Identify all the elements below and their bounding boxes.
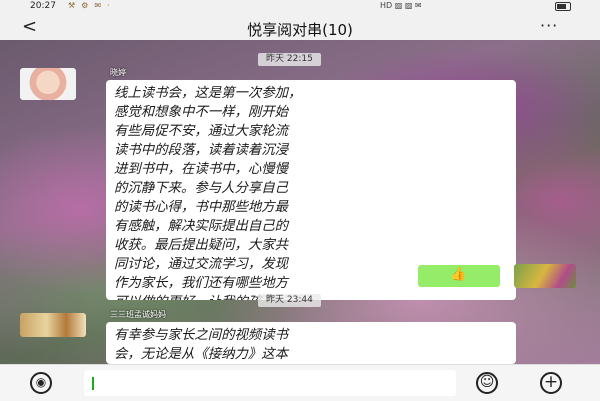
message-line: 线上读书会，这是第一次参加， — [114, 86, 302, 101]
status-bar: 20:27 ⚒⚙✉· HD ▨ ▨ ✉ — [0, 0, 600, 14]
my-message-bubble[interactable]: 👍 — [418, 265, 500, 287]
avatar[interactable] — [20, 68, 76, 100]
input-bar: ◉ ☺ + — [0, 364, 600, 401]
message-input[interactable] — [84, 370, 456, 396]
voice-input-icon[interactable]: ◉ — [30, 372, 52, 394]
battery-icon — [555, 2, 571, 11]
more-options-icon[interactable]: ··· — [540, 16, 558, 35]
message-line: 感觉和想象中不一样，刚开始 — [114, 105, 289, 120]
status-time: 20:27 — [30, 1, 56, 11]
message-line: 有些局促不安，通过大家轮流 — [114, 124, 289, 139]
signal-icons: HD ▨ ▨ ✉ — [380, 1, 422, 10]
message-line: 收获。最后提出疑问，大家共 — [114, 238, 289, 253]
chat-background: 昨天 22:15 晓婷 线上读书会，这是第一次参加， 感觉和想象中不一样，刚开始有… — [0, 40, 600, 364]
message-line: 有幸参与家长之间的视频读书 — [114, 328, 289, 343]
message-line: 会，无论是从《接纳力》这本 — [114, 347, 289, 362]
message-line: 的读书心得，书中那些地方最 — [114, 200, 289, 215]
emoji-icon[interactable]: ☺ — [476, 372, 498, 394]
message-bubble[interactable]: 有幸参与家长之间的视频读书会，无论是从《接纳力》这本书里，还是从家长之间对孩子 — [106, 322, 516, 364]
timestamp: 昨天 22:15 — [258, 53, 321, 66]
plus-icon[interactable]: + — [540, 372, 562, 394]
thumbs-up-icon: 👍 — [450, 267, 467, 282]
avatar[interactable] — [20, 313, 86, 337]
message-line: 读书中的段落，读着读着沉浸 — [114, 143, 289, 158]
message-line: 进到书中，在读书中，心慢慢 — [114, 162, 289, 177]
message-line: 有感触，解决实际提出自己的 — [114, 219, 289, 234]
chat-header: < 悦享阅对串(10) ··· — [0, 14, 600, 42]
message-line: 的沉静下来。参与人分享自己 — [114, 181, 289, 196]
sender-name: 晓婷 — [110, 68, 126, 77]
text-caret — [92, 377, 94, 390]
timestamp: 昨天 23:44 — [258, 294, 321, 307]
chat-title: 悦享阅对串(10) — [247, 21, 353, 39]
sender-name: 三三班孟诚妈妈 — [110, 310, 166, 319]
my-avatar[interactable] — [514, 264, 576, 288]
notification-icons: ⚒⚙✉· — [68, 1, 116, 10]
